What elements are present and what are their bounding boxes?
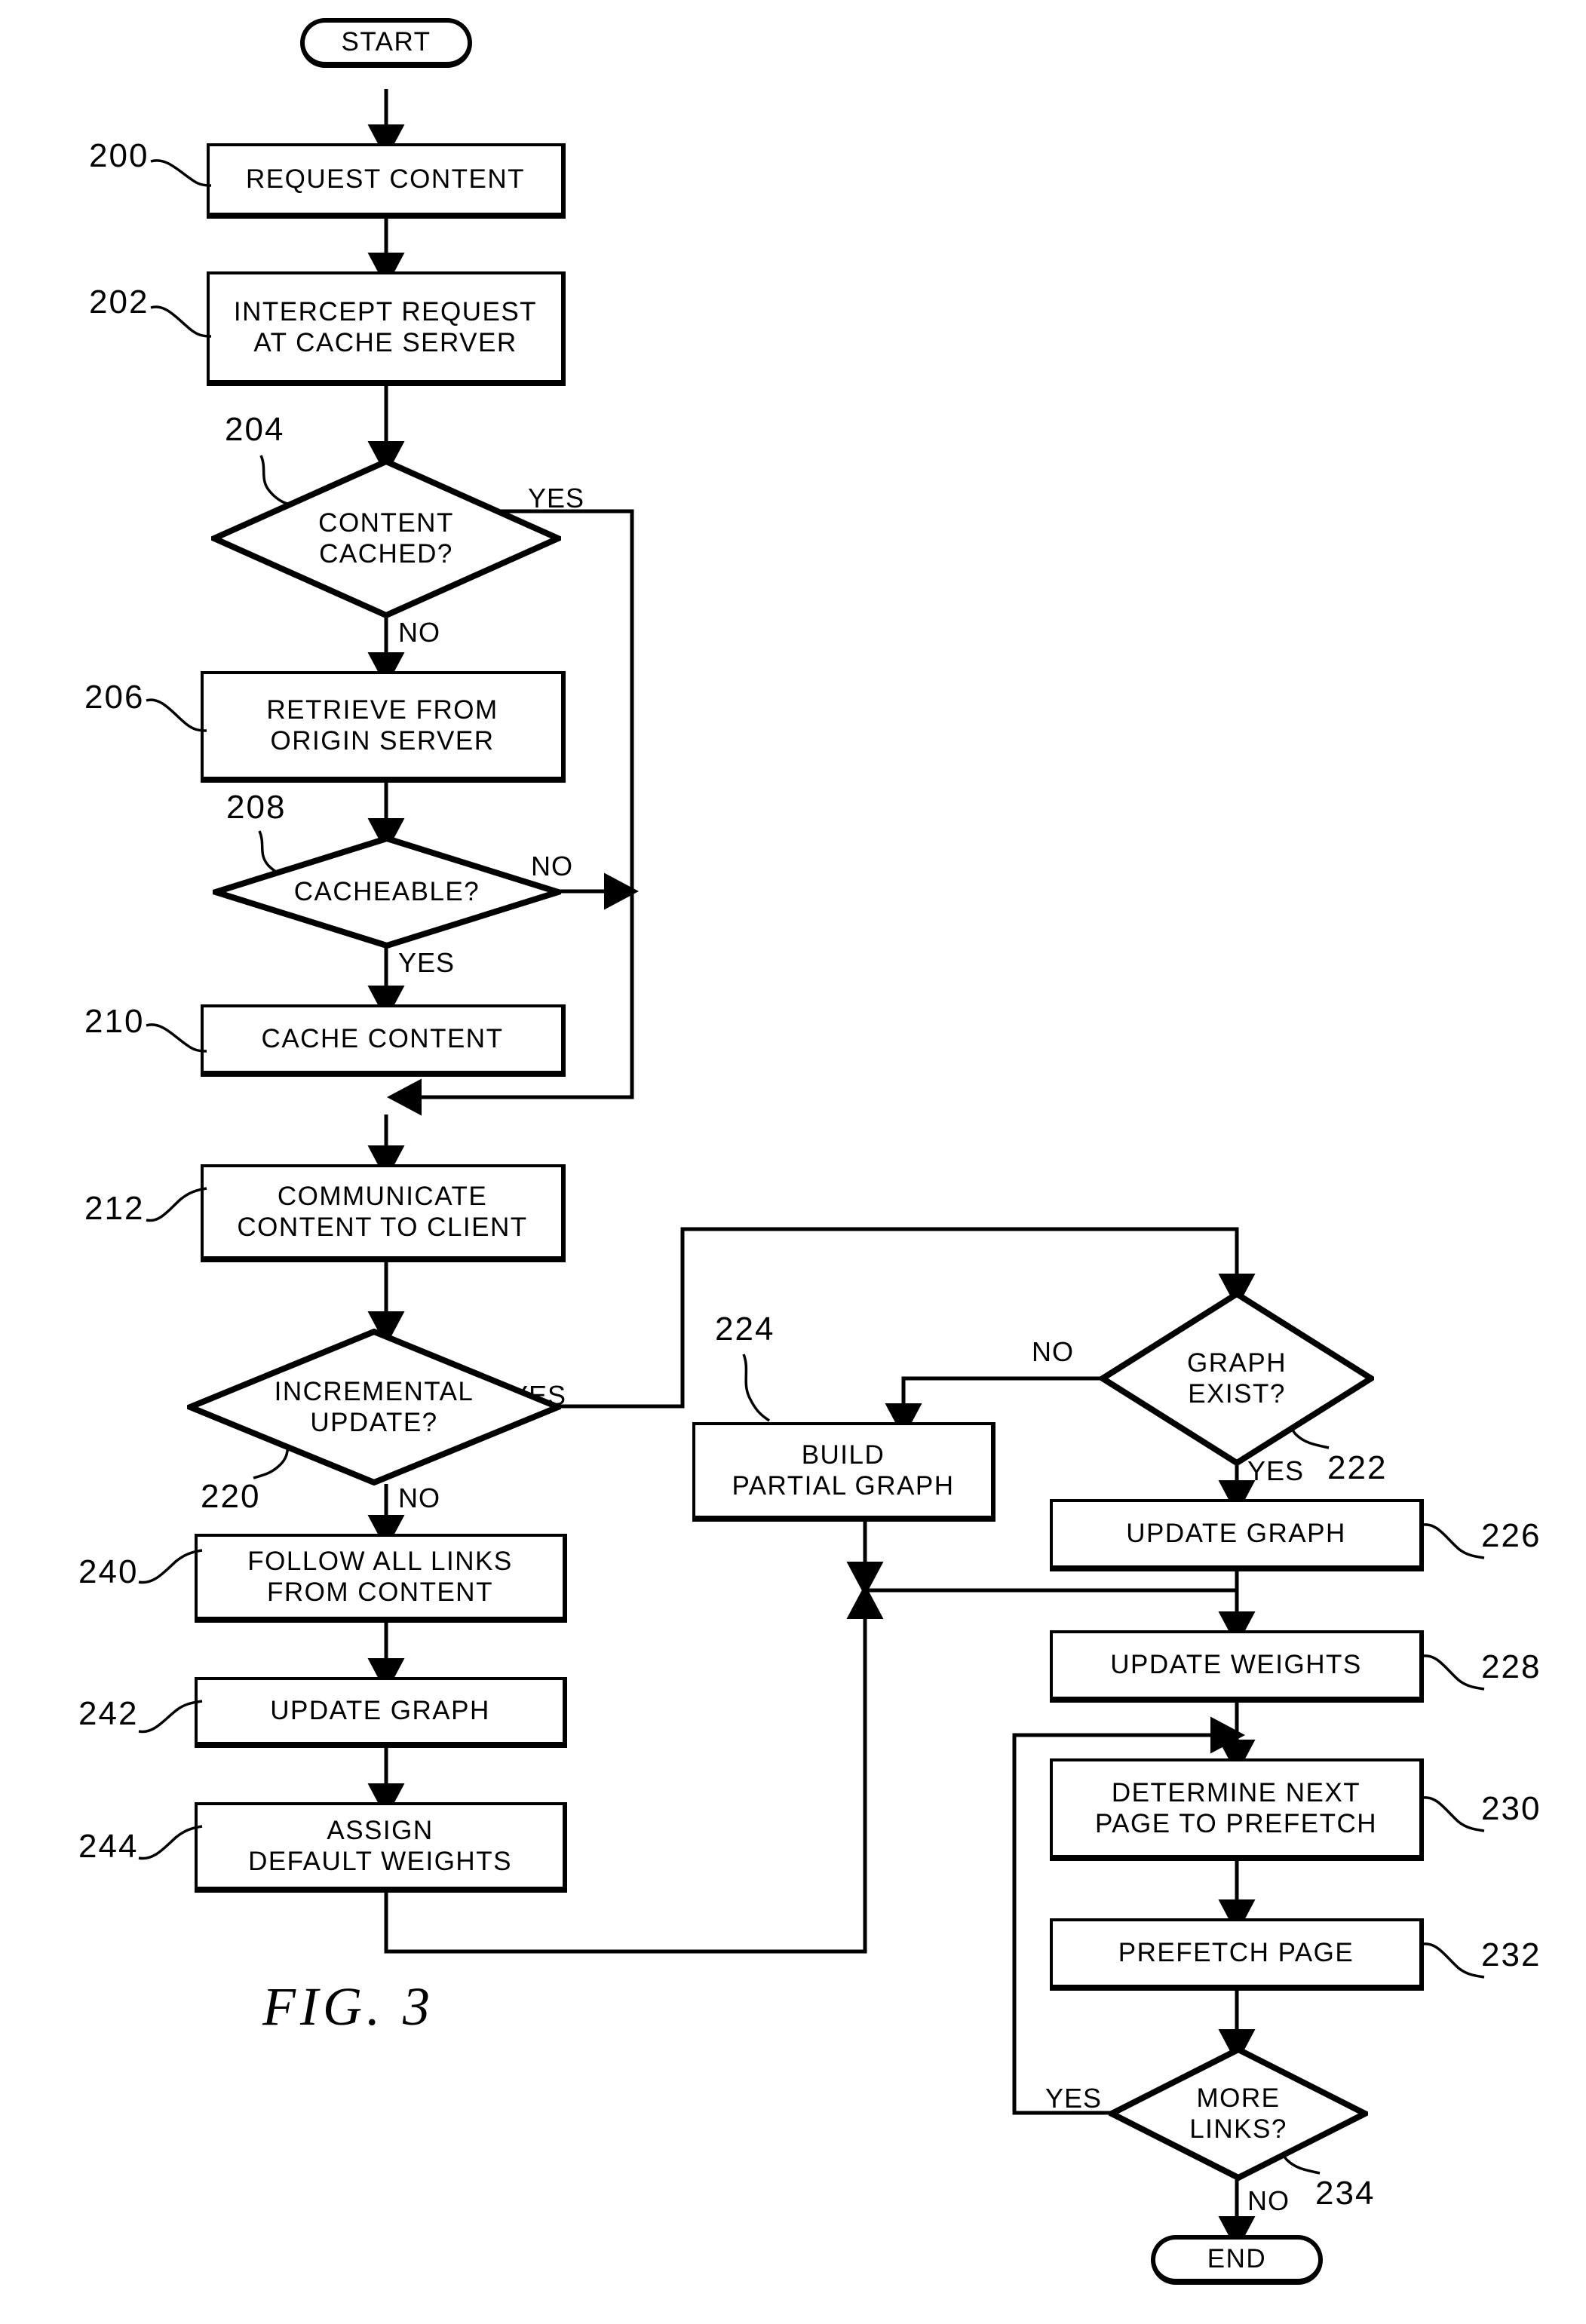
ref-number-244: 244 xyxy=(78,1828,139,1865)
process-communicate-content-label: COMMUNICATE CONTENT TO CLIENT xyxy=(237,1181,528,1242)
edge-label-more-yes: YES xyxy=(1045,2083,1103,2114)
leader-line-228 xyxy=(1423,1654,1485,1691)
decision-graph-exist-label: GRAPH EXIST? xyxy=(1187,1347,1287,1409)
leader-line-242 xyxy=(138,1700,203,1734)
terminal-end-label: END xyxy=(1207,2244,1267,2274)
ref-number-240: 240 xyxy=(78,1553,139,1590)
ref-number-232: 232 xyxy=(1481,1936,1542,1973)
decision-more-links-label: MORE LINKS? xyxy=(1189,2083,1287,2144)
process-build-partial-graph-label: BUILD PARTIAL GRAPH xyxy=(732,1439,955,1501)
process-intercept-request: INTERCEPT REQUEST AT CACHE SERVER xyxy=(207,271,566,386)
process-update-weights: UPDATE WEIGHTS xyxy=(1050,1630,1424,1703)
leader-line-232 xyxy=(1423,1942,1485,1979)
decision-incremental-update: INCREMENTAL UPDATE? xyxy=(187,1329,561,1485)
ref-number-208: 208 xyxy=(226,789,287,826)
process-intercept-request-label: INTERCEPT REQUEST AT CACHE SERVER xyxy=(233,296,538,357)
ref-number-202: 202 xyxy=(89,284,149,320)
figure-caption: FIG. 3 xyxy=(262,1976,434,2037)
decision-cacheable: CACHEABLE? xyxy=(213,835,561,949)
process-cache-content: CACHE CONTENT xyxy=(201,1004,566,1077)
process-cache-content-label: CACHE CONTENT xyxy=(261,1024,504,1054)
terminal-start-label: START xyxy=(341,27,431,57)
terminal-start: START xyxy=(300,18,472,68)
edge-label-cached-no: NO xyxy=(398,617,440,648)
ref-number-230: 230 xyxy=(1481,1790,1542,1827)
ref-number-212: 212 xyxy=(84,1190,145,1227)
leader-line-226 xyxy=(1423,1523,1485,1559)
ref-number-200: 200 xyxy=(89,137,149,174)
ref-number-226: 226 xyxy=(1481,1517,1542,1554)
process-assign-default-weights: ASSIGN DEFAULT WEIGHTS xyxy=(195,1802,567,1893)
process-update-graph-left: UPDATE GRAPH xyxy=(195,1677,567,1748)
decision-content-cached-label: CONTENT CACHED? xyxy=(318,507,454,569)
leader-line-240 xyxy=(138,1549,203,1584)
leader-line-244 xyxy=(138,1825,203,1860)
process-update-weights-label: UPDATE WEIGHTS xyxy=(1110,1650,1362,1680)
leader-line-206 xyxy=(146,698,207,732)
edge-label-cacheable-yes: YES xyxy=(398,947,456,978)
decision-cacheable-label: CACHEABLE? xyxy=(293,877,480,907)
ref-number-210: 210 xyxy=(84,1003,145,1040)
decision-content-cached: CONTENT CACHED? xyxy=(211,458,561,618)
process-follow-links-label: FOLLOW ALL LINKS FROM CONTENT xyxy=(247,1546,513,1607)
process-update-graph-right: UPDATE GRAPH xyxy=(1050,1499,1424,1571)
process-update-graph-right-label: UPDATE GRAPH xyxy=(1126,1519,1346,1549)
process-determine-next-page-label: DETERMINE NEXT PAGE TO PREFETCH xyxy=(1094,1777,1378,1838)
ref-number-224: 224 xyxy=(715,1311,775,1347)
edge-label-graph-no: NO xyxy=(1032,1336,1074,1367)
ref-number-228: 228 xyxy=(1481,1648,1542,1685)
decision-graph-exist: GRAPH EXIST? xyxy=(1100,1291,1374,1466)
process-retrieve-origin: RETRIEVE FROM ORIGIN SERVER xyxy=(201,671,566,783)
leader-line-224 xyxy=(742,1354,770,1422)
process-retrieve-origin-label: RETRIEVE FROM ORIGIN SERVER xyxy=(266,694,499,756)
ref-number-204: 204 xyxy=(225,411,285,448)
process-prefetch-page: PREFETCH PAGE xyxy=(1050,1918,1424,1991)
process-assign-default-weights-label: ASSIGN DEFAULT WEIGHTS xyxy=(248,1815,512,1876)
leader-line-230 xyxy=(1423,1796,1485,1832)
leader-line-200 xyxy=(150,159,212,187)
leader-line-210 xyxy=(146,1023,207,1053)
leader-line-212 xyxy=(146,1187,207,1222)
ref-number-206: 206 xyxy=(84,679,145,716)
edge-label-incremental-no: NO xyxy=(398,1482,440,1513)
process-update-graph-left-label: UPDATE GRAPH xyxy=(270,1696,490,1726)
process-prefetch-page-label: PREFETCH PAGE xyxy=(1118,1938,1354,1968)
figure-canvas: START REQUEST CONTENT 200 INTERCEPT REQU… xyxy=(0,0,1586,2324)
process-follow-links: FOLLOW ALL LINKS FROM CONTENT xyxy=(195,1534,567,1623)
process-build-partial-graph: BUILD PARTIAL GRAPH xyxy=(692,1422,995,1522)
process-communicate-content: COMMUNICATE CONTENT TO CLIENT xyxy=(201,1164,566,1262)
process-request-content: REQUEST CONTENT xyxy=(207,143,566,219)
terminal-end: END xyxy=(1151,2235,1323,2285)
process-determine-next-page: DETERMINE NEXT PAGE TO PREFETCH xyxy=(1050,1758,1424,1861)
leader-line-202 xyxy=(150,305,212,338)
decision-more-links: MORE LINKS? xyxy=(1109,2047,1368,2181)
ref-number-242: 242 xyxy=(78,1695,139,1732)
process-request-content-label: REQUEST CONTENT xyxy=(246,164,525,195)
decision-incremental-update-label: INCREMENTAL UPDATE? xyxy=(274,1376,474,1437)
edge-label-more-no: NO xyxy=(1247,2185,1290,2216)
